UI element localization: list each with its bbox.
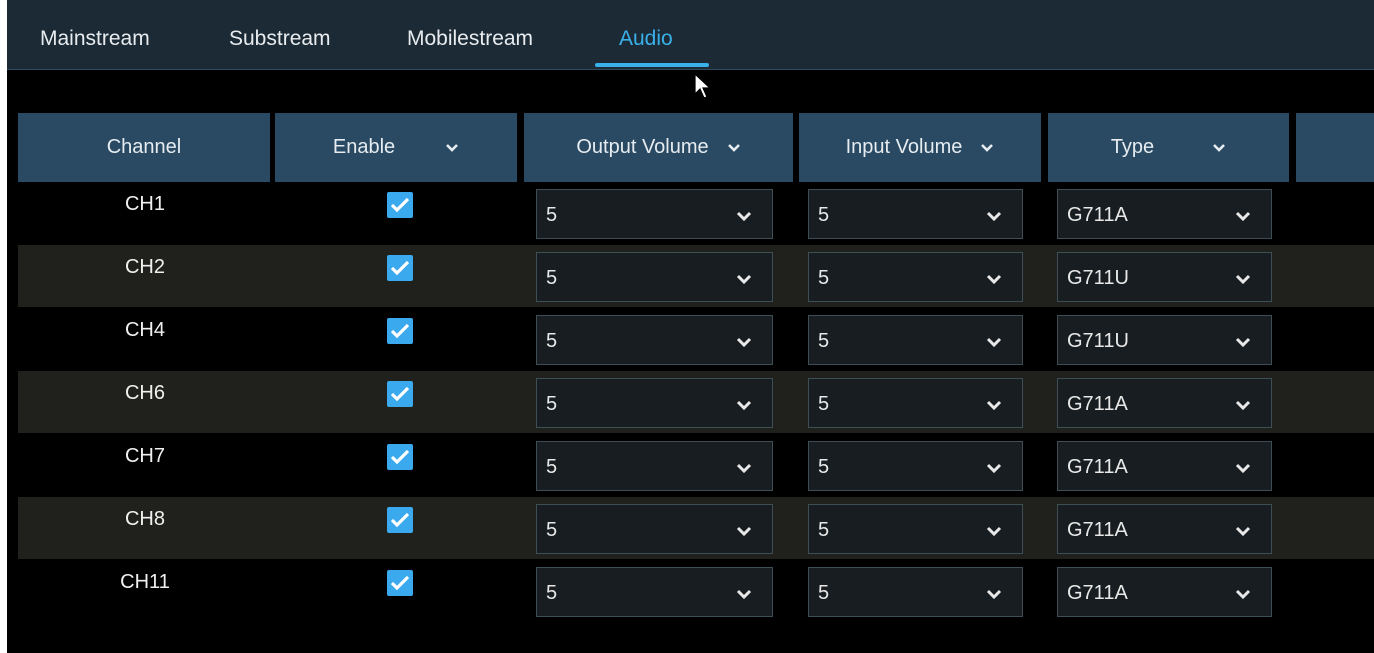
tab-substream[interactable]: Substream bbox=[229, 22, 331, 56]
chevron-down-icon bbox=[1235, 526, 1251, 537]
output-volume-select[interactable]: 5 bbox=[536, 315, 773, 365]
input-volume-select[interactable]: 5 bbox=[808, 378, 1023, 428]
input-volume-select[interactable]: 5 bbox=[808, 567, 1023, 617]
channel-label: CH7 bbox=[124, 445, 165, 467]
chevron-down-icon bbox=[736, 211, 752, 222]
channel-label: CH6 bbox=[124, 382, 165, 404]
channel-label: CH2 bbox=[124, 256, 165, 278]
channel-label: CH1 bbox=[124, 193, 165, 215]
table-row: CH2 5 5 G711U bbox=[18, 245, 1374, 307]
mouse-pointer-icon bbox=[694, 72, 712, 99]
chevron-down-icon bbox=[736, 463, 752, 474]
checkmark-icon bbox=[390, 449, 410, 465]
input-volume-select[interactable]: 5 bbox=[808, 189, 1023, 239]
chevron-down-icon bbox=[986, 463, 1002, 474]
checkmark-icon bbox=[390, 197, 410, 213]
type-select[interactable]: G711A bbox=[1057, 567, 1272, 617]
enable-checkbox[interactable] bbox=[387, 255, 413, 281]
type-select[interactable]: G711A bbox=[1057, 189, 1272, 239]
output-volume-select[interactable]: 5 bbox=[536, 567, 773, 617]
column-header-type[interactable]: Type bbox=[1048, 113, 1289, 182]
chevron-down-icon bbox=[736, 274, 752, 285]
output-volume-select[interactable]: 5 bbox=[536, 252, 773, 302]
channel-label: CH4 bbox=[124, 319, 165, 341]
checkmark-icon bbox=[390, 512, 410, 528]
audio-settings-window: Mainstream Substream Mobilestream Audio … bbox=[7, 0, 1374, 653]
type-select[interactable]: G711U bbox=[1057, 315, 1272, 365]
output-volume-select[interactable]: 5 bbox=[536, 189, 773, 239]
output-volume-select[interactable]: 5 bbox=[536, 378, 773, 428]
channel-label: CH8 bbox=[124, 508, 165, 530]
chevron-down-icon bbox=[981, 143, 994, 152]
enable-checkbox[interactable] bbox=[387, 507, 413, 533]
enable-checkbox[interactable] bbox=[387, 192, 413, 218]
output-volume-select[interactable]: 5 bbox=[536, 504, 773, 554]
chevron-down-icon bbox=[736, 526, 752, 537]
input-volume-select[interactable]: 5 bbox=[808, 315, 1023, 365]
input-volume-select[interactable]: 5 bbox=[808, 441, 1023, 491]
table-row: CH1 5 5 G711A bbox=[18, 182, 1374, 244]
chevron-down-icon bbox=[1235, 463, 1251, 474]
checkmark-icon bbox=[390, 386, 410, 402]
chevron-down-icon bbox=[736, 400, 752, 411]
chevron-down-icon bbox=[986, 589, 1002, 600]
chevron-down-icon bbox=[1235, 211, 1251, 222]
chevron-down-icon bbox=[446, 143, 459, 152]
tab-mainstream[interactable]: Mainstream bbox=[40, 22, 150, 56]
active-tab-indicator bbox=[595, 63, 709, 67]
enable-checkbox[interactable] bbox=[387, 570, 413, 596]
checkmark-icon bbox=[390, 260, 410, 276]
checkmark-icon bbox=[390, 323, 410, 339]
chevron-down-icon bbox=[986, 211, 1002, 222]
chevron-down-icon bbox=[736, 589, 752, 600]
checkmark-icon bbox=[390, 575, 410, 591]
input-volume-select[interactable]: 5 bbox=[808, 252, 1023, 302]
tab-audio[interactable]: Audio bbox=[619, 22, 673, 56]
enable-checkbox[interactable] bbox=[387, 444, 413, 470]
chevron-down-icon bbox=[986, 400, 1002, 411]
table-row: CH7 5 5 G711A bbox=[18, 434, 1374, 496]
chevron-down-icon bbox=[1235, 400, 1251, 411]
output-volume-select[interactable]: 5 bbox=[536, 441, 773, 491]
chevron-down-icon bbox=[736, 337, 752, 348]
column-header-enable[interactable]: Enable bbox=[275, 113, 517, 182]
type-select[interactable]: G711U bbox=[1057, 252, 1272, 302]
chevron-down-icon bbox=[986, 274, 1002, 285]
column-header-blank bbox=[1296, 113, 1374, 182]
enable-checkbox[interactable] bbox=[387, 318, 413, 344]
table-row: CH8 5 5 G711A bbox=[18, 497, 1374, 559]
table-row: CH11 5 5 G711A bbox=[18, 560, 1374, 622]
chevron-down-icon bbox=[986, 526, 1002, 537]
type-select[interactable]: G711A bbox=[1057, 378, 1272, 428]
chevron-down-icon bbox=[1213, 143, 1226, 152]
chevron-down-icon bbox=[727, 143, 740, 152]
channel-label: CH11 bbox=[120, 571, 170, 593]
tab-mobilestream[interactable]: Mobilestream bbox=[407, 22, 533, 56]
type-select[interactable]: G711A bbox=[1057, 504, 1272, 554]
chevron-down-icon bbox=[986, 337, 1002, 348]
table-row: CH6 5 5 G711A bbox=[18, 371, 1374, 433]
column-header-input-volume[interactable]: Input Volume bbox=[799, 113, 1041, 182]
input-volume-select[interactable]: 5 bbox=[808, 504, 1023, 554]
chevron-down-icon bbox=[1235, 589, 1251, 600]
column-header-output-volume[interactable]: Output Volume bbox=[524, 113, 793, 182]
chevron-down-icon bbox=[1235, 337, 1251, 348]
stream-tab-bar: Mainstream Substream Mobilestream Audio bbox=[7, 0, 1374, 70]
table-header: Channel Enable Output Volume Input Volum… bbox=[18, 113, 1374, 182]
type-select[interactable]: G711A bbox=[1057, 441, 1272, 491]
chevron-down-icon bbox=[1235, 274, 1251, 285]
table-row: CH4 5 5 G711U bbox=[18, 308, 1374, 370]
column-header-channel: Channel bbox=[18, 113, 270, 182]
enable-checkbox[interactable] bbox=[387, 381, 413, 407]
